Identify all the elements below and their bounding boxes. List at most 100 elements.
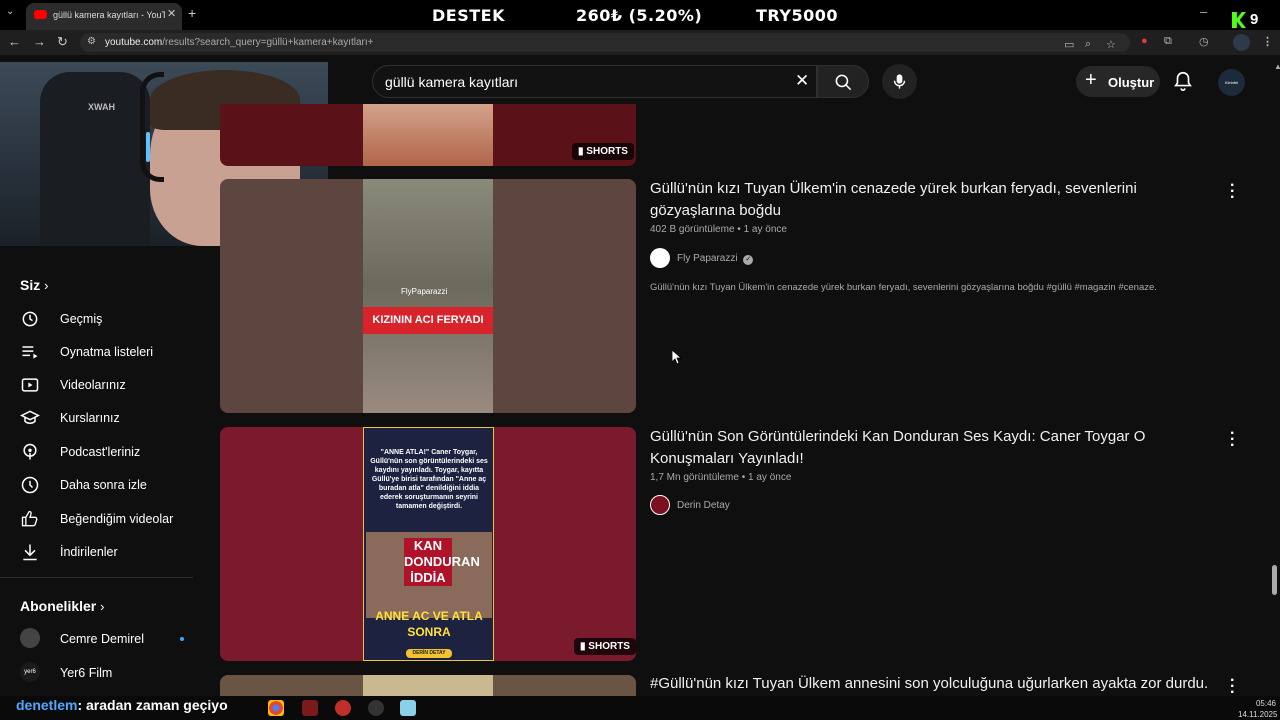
chrome-taskbar-icon[interactable] bbox=[268, 700, 284, 716]
video-thumbnail[interactable]: "ANNE ATLA!" Caner Toygar, Güllü'nün son… bbox=[220, 427, 636, 661]
playlist-icon bbox=[22, 346, 38, 359]
sidebar-item-label: Podcast'leriniz bbox=[60, 445, 141, 459]
microphone-icon bbox=[893, 74, 906, 89]
scrollbar-thumb[interactable] bbox=[1272, 565, 1277, 595]
sidebar-item-liked-videos[interactable]: Beğendiğim videolar bbox=[18, 504, 193, 534]
more-actions-icon[interactable]: · · · bbox=[1230, 178, 1235, 206]
sidebar-item-your-videos[interactable]: Videolarınız bbox=[18, 370, 193, 400]
search-button[interactable] bbox=[817, 65, 869, 98]
sidebar-item-downloads[interactable]: İndirilenler bbox=[18, 537, 193, 567]
zoom-icon[interactable]: ⌕ bbox=[1085, 38, 1091, 51]
stream-chat-message: denetlem: aradan zaman geçiyo bbox=[16, 697, 228, 713]
bookmark-star-icon[interactable]: ☆ bbox=[1106, 38, 1116, 51]
donation-label: DESTEK bbox=[432, 6, 505, 25]
shorts-badge: ▮ SHORTS bbox=[574, 638, 636, 655]
sidebar-item-label: Oynatma listeleri bbox=[60, 345, 154, 359]
create-label: Oluştur bbox=[1108, 75, 1155, 90]
channel-name[interactable]: Derin Detay bbox=[677, 500, 730, 511]
history-clock-icon[interactable]: ◷ bbox=[1199, 35, 1209, 48]
site-info-icon[interactable]: ⚙ bbox=[87, 36, 96, 47]
courses-icon bbox=[20, 410, 40, 424]
address-bar-row: ← → ↻ ⚙ youtube.com/results?search_query… bbox=[0, 30, 1280, 55]
channel-avatar: yer6 bbox=[20, 662, 40, 682]
url-field[interactable]: ⚙ youtube.com/results?search_query=güllü… bbox=[80, 33, 1130, 52]
back-arrow-icon[interactable]: ← bbox=[8, 34, 21, 49]
profile-avatar[interactable] bbox=[1233, 34, 1250, 51]
subscription-item[interactable]: Cemre Demirel bbox=[18, 624, 193, 654]
watch-later-icon bbox=[21, 476, 39, 494]
search-input[interactable]: güllü kamera kayıtları ✕ bbox=[372, 65, 817, 98]
system-clock: 05:46 14.11.2025 bbox=[1238, 699, 1278, 719]
sidebar-item-playlists[interactable]: Oynatma listeleri bbox=[18, 337, 193, 367]
shorts-icon: ▮ bbox=[580, 641, 586, 652]
new-content-dot bbox=[180, 637, 184, 641]
thumbnail-image bbox=[363, 675, 493, 696]
channel-name[interactable]: Fly Paparazzi ✓ bbox=[677, 253, 754, 265]
chevron-right-icon: › bbox=[100, 599, 105, 614]
channel-avatar[interactable] bbox=[650, 495, 670, 515]
chair-logo: XWAH bbox=[88, 102, 115, 112]
obs-taskbar-icon[interactable] bbox=[368, 700, 384, 716]
video-title[interactable]: Güllü'nün kızı Tuyan Ülkem'in cenazede y… bbox=[650, 178, 1210, 222]
scroll-up-arrow-icon[interactable]: ▲ bbox=[1274, 62, 1280, 71]
subscription-item[interactable]: yer6 Yer6 Film bbox=[18, 658, 193, 688]
sidebar-subscriptions-heading[interactable]: Abonelikler › bbox=[20, 598, 104, 614]
overlay-corner-number: 9 bbox=[1250, 11, 1259, 28]
new-tab-plus-icon[interactable]: + bbox=[188, 5, 196, 21]
tab-close-icon[interactable]: ✕ bbox=[167, 7, 176, 20]
app-taskbar-icon[interactable] bbox=[302, 700, 318, 716]
sidebar-item-label: Daha sonra izle bbox=[60, 478, 147, 492]
history-icon bbox=[22, 311, 38, 327]
video-thumbnail[interactable]: FlyPaparazzi KIZININ ACI FERYADI bbox=[220, 179, 636, 413]
plus-icon: + bbox=[1085, 69, 1097, 91]
cast-icon[interactable]: ▭ bbox=[1064, 38, 1074, 51]
video-metadata: 1,7 Mn görüntüleme • 1 ay önce bbox=[650, 472, 792, 483]
more-actions-icon[interactable]: · · · bbox=[1230, 673, 1235, 701]
notifications-bell-icon[interactable] bbox=[1172, 70, 1194, 92]
sidebar-you-heading[interactable]: Siz › bbox=[20, 277, 48, 293]
sidebar-item-label: Videolarınız bbox=[60, 378, 126, 392]
shorts-icon: ▮ bbox=[578, 146, 584, 157]
sidebar-item-watch-later[interactable]: Daha sonra izle bbox=[18, 470, 193, 500]
more-actions-icon[interactable]: · · · bbox=[1230, 426, 1235, 454]
thumbnail-caption: KIZININ ACI FERYADI bbox=[372, 314, 484, 326]
thumbnail-brand: DERİN DETAY bbox=[406, 649, 452, 658]
thumbnail-image: FlyPaparazzi KIZININ ACI FERYADI bbox=[363, 179, 493, 413]
video-thumbnail[interactable]: ▮ SHORTS bbox=[220, 104, 636, 166]
sidebar-item-podcasts[interactable]: Podcast'leriniz bbox=[18, 437, 193, 467]
sidebar-divider bbox=[0, 577, 193, 578]
thumbnail-caption-bar: KIZININ ACI FERYADI bbox=[363, 307, 493, 334]
headphone-light bbox=[146, 132, 150, 162]
app-taskbar-icon[interactable] bbox=[335, 700, 351, 716]
video-thumbnail[interactable] bbox=[220, 675, 636, 696]
video-title[interactable]: Güllü'nün Son Görüntülerindeki Kan Dondu… bbox=[650, 426, 1210, 470]
app-taskbar-icon[interactable] bbox=[400, 700, 416, 716]
donation-amount: 260₺ (5.20%) bbox=[576, 6, 703, 25]
account-avatar[interactable]: Kleinfel bbox=[1218, 69, 1245, 96]
minimize-icon[interactable]: – bbox=[1200, 4, 1207, 19]
download-icon bbox=[23, 544, 37, 561]
sidebar-item-history[interactable]: Geçmiş bbox=[18, 304, 193, 334]
channel-avatar[interactable] bbox=[650, 248, 670, 268]
extensions-puzzle-icon[interactable]: ⧉ bbox=[1164, 35, 1172, 48]
url-text: youtube.com/results?search_query=güllü+k… bbox=[105, 37, 374, 48]
sidebar-item-courses[interactable]: Kurslarınız bbox=[18, 403, 193, 433]
search-icon bbox=[835, 74, 852, 91]
your-videos-icon bbox=[21, 378, 39, 392]
search-query-text: güllü kamera kayıtları bbox=[385, 74, 519, 90]
sidebar-item-label: Kurslarınız bbox=[60, 411, 120, 425]
subscription-label: Yer6 Film bbox=[60, 666, 113, 680]
voice-search-button[interactable] bbox=[882, 64, 917, 99]
podcast-icon bbox=[23, 443, 37, 460]
clear-search-icon[interactable]: ✕ bbox=[795, 71, 809, 91]
forward-arrow-icon[interactable]: → bbox=[33, 34, 46, 49]
browser-tab-youtube[interactable]: güllü kamera kayıtları - YouTube ✕ bbox=[26, 3, 182, 30]
reload-icon[interactable]: ↻ bbox=[57, 34, 68, 50]
video-title[interactable]: #Güllü'nün kızı Tuyan Ülkem annesini son… bbox=[650, 673, 1210, 695]
extension-icon[interactable]: ● bbox=[1141, 35, 1148, 47]
create-button[interactable]: + Oluştur bbox=[1076, 66, 1160, 97]
tab-list-chevron-icon[interactable]: ⌄ bbox=[6, 6, 14, 17]
sidebar-item-label: İndirilenler bbox=[60, 545, 118, 559]
chevron-right-icon: › bbox=[44, 278, 49, 293]
browser-menu-icon[interactable]: ⋮ bbox=[1262, 35, 1273, 48]
